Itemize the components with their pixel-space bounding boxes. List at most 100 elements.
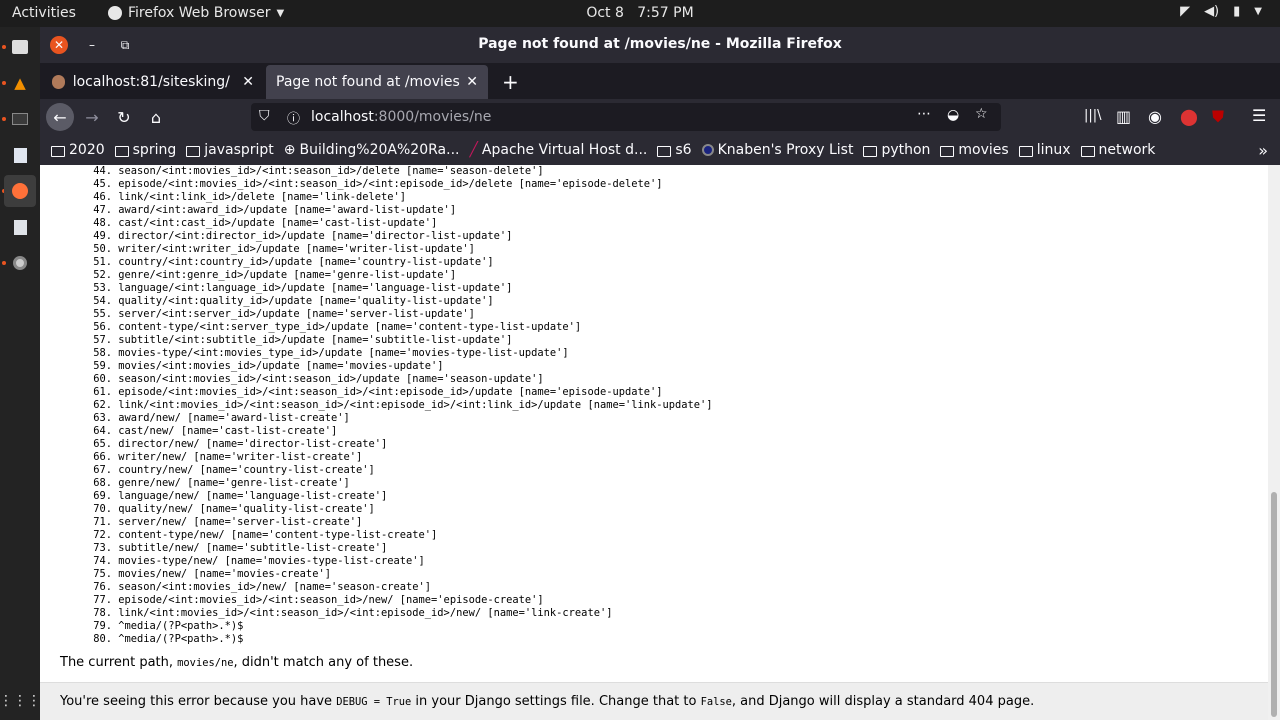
tab-title: Page not found at /movies/n bbox=[276, 74, 461, 90]
bookmark-folder-s6[interactable]: s6 bbox=[657, 142, 692, 158]
url-pattern-item: 50. writer/<int:writer_id>/update [name=… bbox=[88, 243, 713, 256]
menu-icon[interactable]: ☰ bbox=[1252, 106, 1266, 125]
item-number: 68. bbox=[93, 477, 112, 489]
bookmark-folder-spring[interactable]: spring bbox=[114, 142, 176, 158]
account-icon[interactable]: ◉ bbox=[1148, 107, 1162, 126]
url-pattern-text: country/<int:country_id>/update [name='c… bbox=[118, 256, 494, 268]
calculator-icon[interactable] bbox=[4, 211, 36, 243]
folder-icon bbox=[940, 145, 955, 157]
bookmark-label: linux bbox=[1036, 142, 1071, 158]
url-pattern-text: genre/<int:genre_id>/update [name='genre… bbox=[118, 269, 457, 281]
close-icon[interactable]: ✕ bbox=[466, 74, 478, 90]
item-number: 44. bbox=[93, 165, 112, 177]
scrollbar-thumb[interactable] bbox=[1271, 492, 1277, 717]
url-pattern-item: 79. ^media/(?P<path>.*)$ bbox=[88, 620, 713, 633]
firefox-icon[interactable] bbox=[4, 175, 36, 207]
show-applications-icon[interactable]: ⋮⋮⋮ bbox=[0, 685, 41, 717]
item-number: 69. bbox=[93, 490, 112, 502]
url-pattern-item: 70. quality/new/ [name='quality-list-cre… bbox=[88, 503, 713, 516]
chevron-right-icon[interactable]: » bbox=[1258, 141, 1268, 160]
item-number: 54. bbox=[93, 295, 112, 307]
activities-button[interactable]: Activities bbox=[12, 5, 76, 21]
url-pattern-item: 53. language/<int:language_id>/update [n… bbox=[88, 282, 713, 295]
sidebar-icon[interactable]: ▥ bbox=[1116, 107, 1131, 126]
clock-date[interactable]: Oct 8 bbox=[586, 5, 624, 21]
library-icon[interactable]: |||\ bbox=[1084, 108, 1102, 123]
new-tab-button[interactable]: + bbox=[492, 65, 524, 99]
window-title: Page not found at /movies/ne - Mozilla F… bbox=[478, 36, 842, 52]
item-number: 60. bbox=[93, 373, 112, 385]
terminal-icon[interactable] bbox=[4, 103, 36, 135]
window-titlebar[interactable]: ✕ – ⧉ Page not found at /movies/ne - Moz… bbox=[40, 27, 1280, 63]
url-pattern-text: country/new/ [name='country-list-create'… bbox=[118, 464, 375, 476]
item-number: 72. bbox=[93, 529, 112, 541]
url-pattern-text: content-type/new/ [name='content-type-li… bbox=[118, 529, 438, 541]
bookmark-knaben[interactable]: Knaben's Proxy List bbox=[701, 142, 853, 158]
item-number: 67. bbox=[93, 464, 112, 476]
bookmark-folder-linux[interactable]: linux bbox=[1018, 142, 1071, 158]
reload-button[interactable]: ↻ bbox=[110, 103, 138, 131]
site-icon bbox=[701, 144, 714, 156]
bookmark-star-icon[interactable]: ☆ bbox=[975, 106, 988, 122]
item-number: 76. bbox=[93, 581, 112, 593]
bookmark-folder-javaspript[interactable]: javaspript bbox=[186, 142, 274, 158]
url-pattern-item: 78. link/<int:movies_id>/<int:season_id>… bbox=[88, 607, 713, 620]
url-host: localhost bbox=[311, 109, 374, 125]
url-patterns-list: 44. season/<int:movies_id>/<int:season_i… bbox=[88, 165, 713, 646]
forward-button[interactable]: → bbox=[78, 103, 106, 131]
bookmark-folder-movies[interactable]: movies bbox=[940, 142, 1009, 158]
extension-icon[interactable]: ⬤ bbox=[1180, 107, 1198, 126]
tab-page-not-found[interactable]: Page not found at /movies/n ✕ bbox=[266, 65, 488, 99]
item-number: 46. bbox=[93, 191, 112, 203]
item-number: 64. bbox=[93, 425, 112, 437]
item-number: 79. bbox=[93, 620, 112, 632]
tracking-protection-icon[interactable]: ⛉ bbox=[259, 108, 270, 124]
app-menu[interactable]: Firefox Web Browser ▼ bbox=[108, 5, 284, 21]
text-editor-icon[interactable] bbox=[4, 139, 36, 171]
url-pattern-text: content-type/<int:server_type_id>/update… bbox=[118, 321, 582, 333]
current-path-code: movies/ne bbox=[177, 657, 234, 669]
url-pattern-item: 55. server/<int:server_id>/update [name=… bbox=[88, 308, 713, 321]
system-tray[interactable]: ◤ ◀) ▮ ▼ bbox=[1180, 4, 1262, 19]
item-number: 71. bbox=[93, 516, 112, 528]
url-bar[interactable]: ⛉ ⓘ localhost:8000/movies/ne ⋯ ◒ ☆ bbox=[251, 103, 1001, 131]
item-number: 49. bbox=[93, 230, 112, 242]
firefox-window: ✕ – ⧉ Page not found at /movies/ne - Moz… bbox=[40, 27, 1280, 720]
url-pattern-text: movies-type/<int:movies_type_id>/update … bbox=[118, 347, 569, 359]
url-pattern-item: 64. cast/new/ [name='cast-list-create'] bbox=[88, 425, 713, 438]
bookmark-folder-python[interactable]: python bbox=[863, 142, 930, 158]
item-number: 80. bbox=[93, 633, 112, 645]
url-pattern-text: subtitle/<int:subtitle_id>/update [name=… bbox=[118, 334, 513, 346]
bookmark-folder-2020[interactable]: 2020 bbox=[51, 142, 105, 158]
tab-localhost[interactable]: localhost:81/sitesking/ ✕ bbox=[42, 65, 264, 99]
pocket-icon[interactable]: ◒ bbox=[947, 107, 959, 123]
close-icon[interactable]: ✕ bbox=[242, 74, 254, 90]
url-pattern-item: 66. writer/new/ [name='writer-list-creat… bbox=[88, 451, 713, 464]
item-number: 56. bbox=[93, 321, 112, 333]
clock-time[interactable]: 7:57 PM bbox=[637, 5, 693, 21]
item-number: 78. bbox=[93, 607, 112, 619]
item-number: 66. bbox=[93, 451, 112, 463]
folder-icon bbox=[114, 145, 129, 157]
url-text[interactable]: localhost:8000/movies/ne bbox=[311, 109, 491, 125]
bookmark-folder-network[interactable]: network bbox=[1080, 142, 1155, 158]
url-pattern-text: quality/<int:quality_id>/update [name='q… bbox=[118, 295, 494, 307]
bookmark-building[interactable]: ⊕ Building%20A%20Ra... bbox=[284, 142, 460, 158]
page-actions-icon[interactable]: ⋯ bbox=[917, 106, 931, 122]
url-pattern-text: genre/new/ [name='genre-list-create'] bbox=[118, 477, 350, 489]
page-scrollbar[interactable] bbox=[1268, 165, 1280, 720]
message-text: , didn't match any of these. bbox=[233, 655, 414, 670]
item-number: 63. bbox=[93, 412, 112, 424]
url-pattern-item: 76. season/<int:movies_id>/new/ [name='s… bbox=[88, 581, 713, 594]
home-button[interactable]: ⌂ bbox=[142, 103, 170, 131]
back-button[interactable]: ← bbox=[46, 103, 74, 131]
bookmark-apache[interactable]: ╱ Apache Virtual Host d... bbox=[469, 142, 647, 158]
ublock-icon[interactable]: ⛊ bbox=[1212, 107, 1224, 127]
files-icon[interactable] bbox=[4, 31, 36, 63]
url-pattern-text: server/<int:server_id>/update [name='ser… bbox=[118, 308, 475, 320]
url-pattern-text: quality/new/ [name='quality-list-create'… bbox=[118, 503, 375, 515]
disc-icon[interactable] bbox=[4, 247, 36, 279]
vlc-icon[interactable]: ▲ bbox=[4, 67, 36, 99]
info-icon[interactable]: ⓘ bbox=[287, 108, 300, 127]
tab-strip: localhost:81/sitesking/ ✕ Page not found… bbox=[40, 63, 1280, 99]
